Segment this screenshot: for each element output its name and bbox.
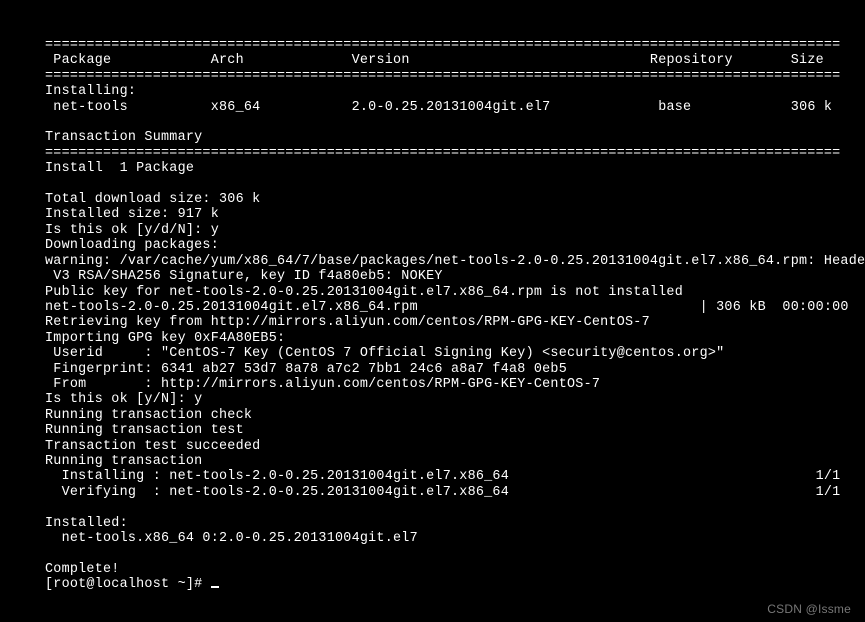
inst-size: Installed size: 917 k (45, 207, 219, 222)
shell-prompt[interactable]: [root@localhost ~]# (45, 577, 211, 592)
divider: ========================================… (45, 146, 840, 161)
pkg-version: 2.0-0.25.20131004git.el7 (352, 100, 551, 115)
col-arch: Arch (211, 53, 244, 68)
pubkey-line: Public key for net-tools-2.0-0.25.201310… (45, 285, 683, 300)
cursor-icon (211, 586, 219, 588)
progress: 1/1 (816, 469, 841, 484)
col-size: Size (791, 53, 824, 68)
userid-line: Userid : "CentOS-7 Key (CentOS 7 Officia… (45, 346, 724, 361)
pkg-name: net-tools (53, 100, 128, 115)
run-check: Running transaction check (45, 408, 252, 423)
divider: ========================================… (45, 38, 840, 53)
installed-pkg: net-tools.x86_64 0:2.0-0.25.20131004git.… (45, 531, 418, 546)
warning-line-2: V3 RSA/SHA256 Signature, key ID f4a80eb5… (45, 269, 443, 284)
run-test: Running transaction test (45, 423, 244, 438)
retrieve-line: Retrieving key from http://mirrors.aliyu… (45, 315, 650, 330)
prompt-confirm-2: Is this ok [y/N]: y (45, 392, 202, 407)
installed-header: Installed: (45, 516, 128, 531)
terminal-output[interactable]: ========================================… (0, 0, 865, 593)
installing-label: Installing: (45, 84, 136, 99)
col-version: Version (352, 53, 410, 68)
fp-line: Fingerprint: 6341 ab27 53d7 8a78 a7c2 7b… (45, 362, 567, 377)
import-line: Importing GPG key 0xF4A80EB5: (45, 331, 285, 346)
pkg-arch: x86_64 (211, 100, 261, 115)
col-repo: Repository (650, 53, 733, 68)
complete: Complete! (45, 562, 120, 577)
verifying-item: Verifying : net-tools-2.0-0.25.20131004g… (45, 485, 509, 500)
watermark: CSDN @Issme (767, 602, 851, 616)
from-line: From : http://mirrors.aliyun.com/centos/… (45, 377, 600, 392)
progress: 1/1 (816, 485, 841, 500)
dl-size: Total download size: 306 k (45, 192, 260, 207)
installing-item: Installing : net-tools-2.0-0.25.20131004… (45, 469, 509, 484)
prompt-confirm: Is this ok [y/d/N]: y (45, 223, 219, 238)
install-line: Install 1 Package (45, 161, 194, 176)
warning-line-1: warning: /var/cache/yum/x86_64/7/base/pa… (45, 254, 865, 269)
dl-item: net-tools-2.0-0.25.20131004git.el7.x86_6… (45, 300, 418, 315)
summary-title: Transaction Summary (45, 130, 202, 145)
run-transaction: Running transaction (45, 454, 202, 469)
dl-stats: | 306 kB 00:00:00 (700, 300, 849, 315)
divider: ========================================… (45, 69, 840, 84)
pkg-size: 306 k (791, 100, 832, 115)
downloading: Downloading packages: (45, 238, 219, 253)
pkg-repo: base (658, 100, 691, 115)
test-succeeded: Transaction test succeeded (45, 439, 260, 454)
col-package: Package (53, 53, 111, 68)
